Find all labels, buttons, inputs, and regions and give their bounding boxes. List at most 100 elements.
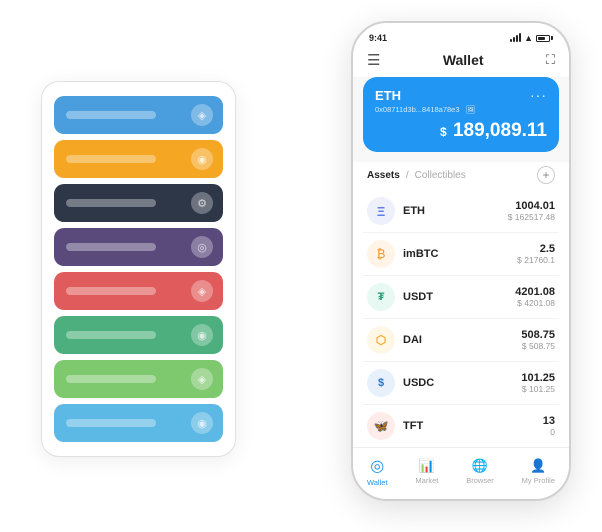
market-nav-icon: 📊 [419,458,435,474]
asset-row-tft[interactable]: 🦋 TFT 13 0 [363,405,559,447]
tft-icon: 🦋 [367,412,395,440]
profile-nav-label: My Profile [522,476,555,485]
status-icons: ▲ [510,33,553,43]
tft-usd: 0 [543,427,555,437]
card-item-2[interactable]: ◉ [54,140,223,178]
expand-icon[interactable]: ⛶ [546,52,555,68]
dai-icon: ⬡ [367,326,395,354]
card-item-5[interactable]: ◈ [54,272,223,310]
imbtc-values: 2.5 $ 21760.1 [517,243,555,265]
usdc-values: 101.25 $ 101.25 [521,372,555,394]
market-nav-label: Market [415,476,438,485]
tab-divider: / [406,170,409,181]
dai-asset-name: DAI [403,334,521,346]
asset-row-eth[interactable]: Ξ ETH 1004.01 $ 162517.48 [363,190,559,233]
dai-values: 508.75 $ 508.75 [521,329,555,351]
eth-card[interactable]: ETH ··· 0x08711d3b...8418a78e3 🖼 $ 189,0… [363,77,559,152]
eth-amount: 1004.01 [508,200,555,212]
imbtc-icon: ₿ [367,240,395,268]
scene: ◈ ◉ ⚙ ◎ ◈ ◉ ◈ ◉ [21,21,581,511]
eth-balance-amount: 189,089.11 [453,120,547,141]
card-icon-6: ◉ [191,324,213,346]
card-item-3[interactable]: ⚙ [54,184,223,222]
asset-row-usdt[interactable]: ₮ USDT 4201.08 $ 4201.08 [363,276,559,319]
wallet-nav-icon: ◎ [370,456,384,476]
profile-nav-icon: 👤 [530,458,546,474]
imbtc-name-col: imBTC [403,248,517,260]
card-item-8[interactable]: ◉ [54,404,223,442]
card-label-3 [66,199,156,207]
dollar-sign: $ [440,125,447,139]
browser-nav-icon: 🌐 [472,458,488,474]
card-item-7[interactable]: ◈ [54,360,223,398]
usdt-icon: ₮ [367,283,395,311]
menu-icon[interactable]: ☰ [367,51,380,69]
dai-amount: 508.75 [521,329,555,341]
eth-usd: $ 162517.48 [508,212,555,222]
imbtc-usd: $ 21760.1 [517,255,555,265]
battery-icon [536,35,553,42]
eth-ticker: ETH [375,88,401,103]
asset-list: Ξ ETH 1004.01 $ 162517.48 ₿ imBTC 2.5 $ … [353,190,569,447]
card-icon-8: ◉ [191,412,213,434]
imbtc-asset-name: imBTC [403,248,517,260]
asset-row-dai[interactable]: ⬡ DAI 508.75 $ 508.75 [363,319,559,362]
card-item-4[interactable]: ◎ [54,228,223,266]
card-label-5 [66,287,156,295]
asset-row-imbtc[interactable]: ₿ imBTC 2.5 $ 21760.1 [363,233,559,276]
wifi-icon: ▲ [524,33,533,43]
signal-icon [510,34,521,42]
card-icon-1: ◈ [191,104,213,126]
add-asset-button[interactable]: + [537,166,555,184]
nav-browser[interactable]: 🌐 Browser [466,458,494,485]
status-bar: 9:41 ▲ [353,23,569,47]
eth-values: 1004.01 $ 162517.48 [508,200,555,222]
eth-asset-name: ETH [403,205,508,217]
usdc-icon: $ [367,369,395,397]
card-label-6 [66,331,156,339]
nav-market[interactable]: 📊 Market [415,458,438,485]
card-label-7 [66,375,156,383]
browser-nav-label: Browser [466,476,494,485]
usdt-name-col: USDT [403,291,515,303]
card-icon-4: ◎ [191,236,213,258]
nav-profile[interactable]: 👤 My Profile [522,458,555,485]
card-icon-2: ◉ [191,148,213,170]
page-title: Wallet [443,52,484,68]
card-label-2 [66,155,156,163]
usdc-amount: 101.25 [521,372,555,384]
card-item-1[interactable]: ◈ [54,96,223,134]
eth-icon: Ξ [367,197,395,225]
usdc-asset-name: USDC [403,377,521,389]
assets-header: Assets / Collectibles + [353,162,569,190]
bottom-nav: ◎ Wallet 📊 Market 🌐 Browser 👤 My Profile [353,447,569,499]
top-nav: ☰ Wallet ⛶ [353,47,569,77]
wallet-nav-label: Wallet [367,478,388,487]
phone-mockup: 9:41 ▲ ☰ Wallet ⛶ [351,21,571,501]
eth-balance: $ 189,089.11 [375,120,547,142]
card-icon-7: ◈ [191,368,213,390]
eth-address: 0x08711d3b...8418a78e3 🖼 [375,105,547,114]
tft-name-col: TFT [403,420,543,432]
dai-name-col: DAI [403,334,521,346]
imbtc-amount: 2.5 [517,243,555,255]
usdc-name-col: USDC [403,377,521,389]
usdc-usd: $ 101.25 [521,384,555,394]
tab-assets[interactable]: Assets [367,170,400,181]
asset-row-usdc[interactable]: $ USDC 101.25 $ 101.25 [363,362,559,405]
nav-wallet[interactable]: ◎ Wallet [367,456,388,487]
card-label-1 [66,111,156,119]
usdt-amount: 4201.08 [515,286,555,298]
card-label-8 [66,419,156,427]
dai-usd: $ 508.75 [521,341,555,351]
card-icon-3: ⚙ [191,192,213,214]
card-item-6[interactable]: ◉ [54,316,223,354]
tab-collectibles[interactable]: Collectibles [415,170,466,181]
usdt-values: 4201.08 $ 4201.08 [515,286,555,308]
usdt-asset-name: USDT [403,291,515,303]
assets-tabs: Assets / Collectibles [367,170,466,181]
eth-name-col: ETH [403,205,508,217]
card-label-4 [66,243,156,251]
eth-card-header: ETH ··· [375,87,547,103]
eth-dots: ··· [530,87,547,103]
